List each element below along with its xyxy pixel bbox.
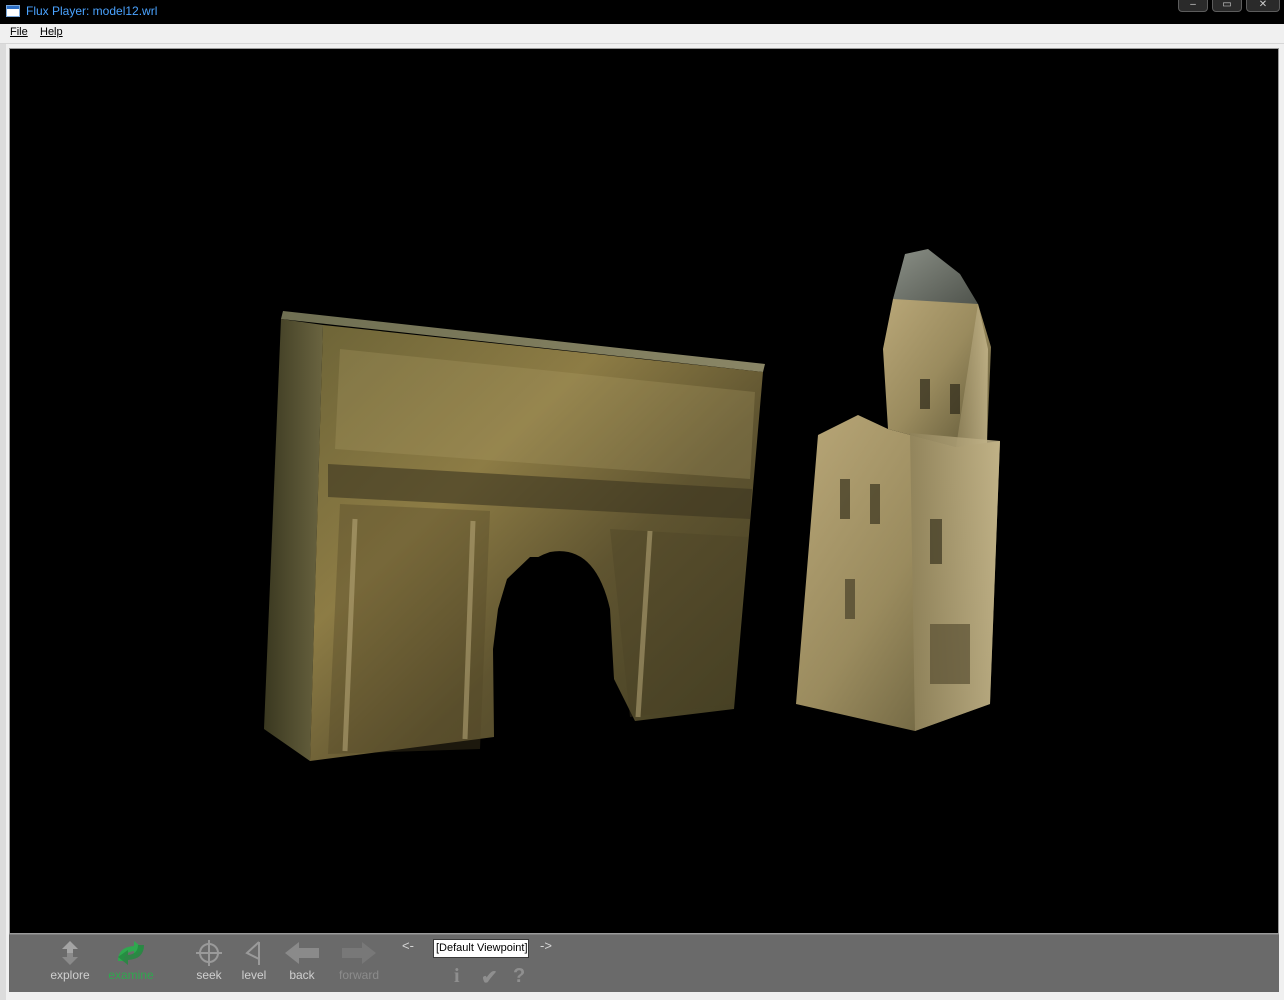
close-button[interactable]: ✕	[1246, 0, 1280, 12]
seek-label: seek	[196, 968, 222, 982]
navigation-toolbar: explore examine seek level back forward …	[9, 934, 1279, 992]
back-label: back	[289, 968, 315, 982]
explore-button[interactable]: explore	[45, 939, 95, 982]
level-button[interactable]: level	[235, 939, 273, 982]
scene-canvas[interactable]	[10, 49, 1279, 934]
back-arrow-icon	[285, 942, 319, 964]
examine-label: examine	[108, 968, 154, 982]
menu-bar: File Help	[0, 24, 1284, 44]
forward-button[interactable]: forward	[333, 939, 385, 982]
window-title: Flux Player: model12.wrl	[26, 4, 158, 18]
maximize-button[interactable]: ▭	[1212, 0, 1242, 12]
level-label: level	[241, 968, 267, 982]
tower-model[interactable]	[796, 249, 1000, 731]
next-viewpoint-button[interactable]: ->	[540, 938, 552, 953]
check-icon[interactable]: ✔	[481, 965, 498, 990]
viewpoint-field[interactable]: [Default Viewpoint]	[433, 939, 529, 958]
forward-arrow-icon	[342, 942, 376, 964]
menu-help[interactable]: Help	[40, 26, 63, 38]
forward-label: forward	[338, 968, 379, 982]
menu-file[interactable]: File	[10, 26, 28, 38]
explore-icon	[62, 941, 78, 965]
examine-button[interactable]: examine	[101, 939, 161, 982]
help-icon[interactable]: ?	[513, 965, 525, 988]
level-icon	[245, 941, 260, 965]
app-window-icon	[6, 5, 20, 17]
examine-icon	[118, 941, 144, 965]
3d-viewport[interactable]	[9, 48, 1279, 934]
explore-label: explore	[50, 968, 90, 982]
frame-edge	[0, 44, 6, 1000]
info-icon[interactable]: i	[454, 965, 460, 988]
seek-icon	[196, 940, 222, 966]
arch-model[interactable]	[264, 311, 765, 761]
title-bar: Flux Player: model12.wrl – ▭ ✕	[0, 0, 1284, 24]
seek-button[interactable]: seek	[189, 939, 229, 982]
minimize-button[interactable]: –	[1178, 0, 1208, 12]
back-button[interactable]: back	[281, 939, 323, 982]
previous-viewpoint-button[interactable]: <-	[402, 938, 414, 953]
